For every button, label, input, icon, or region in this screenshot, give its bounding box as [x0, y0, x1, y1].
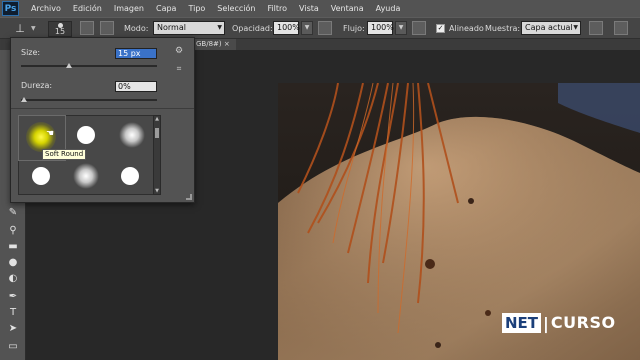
pressure-opacity-icon[interactable]	[318, 21, 332, 35]
flujo-dropdown[interactable]: ▼	[395, 21, 407, 35]
menu-ayuda[interactable]: Ayuda	[376, 4, 401, 13]
menu-bar: Ps Archivo Edición Imagen Capa Tipo Sele…	[0, 0, 640, 17]
dodge-tool-icon[interactable]: ◐	[5, 272, 21, 286]
modo-select-value: Normal	[157, 23, 186, 32]
watermark-net: NET	[502, 313, 542, 333]
menu-ventana[interactable]: Ventana	[331, 4, 364, 13]
chevron-down-icon: ▼	[573, 24, 578, 31]
scrollbar-thumb[interactable]	[155, 128, 159, 138]
brush-size-value: 15	[54, 27, 66, 36]
alineado-checkbox[interactable]: ✓	[436, 24, 445, 33]
dureza-label: Dureza:	[21, 81, 53, 90]
watermark-curso: CURSO	[550, 313, 616, 332]
airbrush-icon[interactable]	[412, 21, 426, 35]
chevron-down-icon: ▼	[217, 24, 222, 31]
menu-capa[interactable]: Capa	[156, 4, 176, 13]
menu-filtro[interactable]: Filtro	[267, 4, 287, 13]
menu-edicion[interactable]: Edición	[73, 4, 102, 13]
brush-preset-hard-round[interactable]	[77, 126, 95, 144]
brush-preset-picker-panel: Size: 15 px ⚙ ⌗ Dureza: 0% ▲ ▼ ☚ Soft Ro…	[10, 37, 195, 203]
muestra-label: Muestra:	[485, 24, 521, 33]
resize-handle-icon[interactable]	[186, 194, 192, 200]
watermark-divider: |	[543, 313, 549, 333]
options-bar: ⊥ ▼ 15 Modo: Normal ▼ Opacidad: 100% ▼ F…	[0, 17, 640, 39]
brush-tooltip: Soft Round	[42, 149, 87, 160]
ignore-adjustment-layers-icon[interactable]	[589, 21, 603, 35]
modo-select[interactable]: Normal ▼	[153, 21, 225, 35]
path-selection-tool-icon[interactable]: ➤	[5, 322, 21, 336]
size-slider[interactable]	[21, 63, 157, 68]
brush-panel-icon[interactable]	[80, 21, 94, 35]
opacidad-label: Opacidad:	[232, 24, 273, 33]
size-input[interactable]: 15 px	[115, 48, 157, 59]
brush-preset-picker[interactable]: 15	[48, 21, 72, 37]
divider	[11, 108, 194, 109]
flujo-label: Flujo:	[343, 24, 365, 33]
brush-preset-soft-round-2[interactable]	[73, 163, 99, 189]
menu-seleccion[interactable]: Selección	[217, 4, 255, 13]
brush-preset-hard-round-2[interactable]	[32, 167, 50, 185]
tool-preset-caret-icon[interactable]: ▼	[31, 25, 36, 32]
clone-stamp-tool-icon[interactable]: ⚲	[5, 224, 21, 238]
scroll-up-icon[interactable]: ▲	[154, 116, 160, 122]
dureza-slider-thumb[interactable]	[21, 97, 27, 102]
muestra-select-value: Capa actual	[525, 23, 573, 32]
size-label: Size:	[21, 48, 41, 57]
blur-tool-icon[interactable]: ●	[5, 256, 21, 270]
shape-tool-icon[interactable]: ▭	[5, 340, 21, 354]
brush-options-icon[interactable]: ⌗	[174, 64, 184, 74]
alineado-label: Alineado	[449, 24, 484, 33]
menu-vista[interactable]: Vista	[299, 4, 319, 13]
menu-tipo[interactable]: Tipo	[188, 4, 205, 13]
pressure-size-icon[interactable]	[614, 21, 628, 35]
size-slider-thumb[interactable]	[65, 63, 72, 68]
brush-tool-icon[interactable]: ✎	[5, 206, 21, 220]
muestra-select[interactable]: Capa actual ▼	[521, 21, 581, 35]
gear-icon[interactable]: ⚙	[174, 46, 184, 56]
menu-imagen[interactable]: Imagen	[114, 4, 144, 13]
menu-archivo[interactable]: Archivo	[31, 4, 61, 13]
mouse-cursor-icon: ☚	[46, 129, 55, 139]
clone-source-icon[interactable]	[100, 21, 114, 35]
opacidad-dropdown[interactable]: ▼	[301, 21, 313, 35]
document-tab[interactable]: GB/8#) ×	[190, 39, 236, 50]
scroll-down-icon[interactable]: ▼	[154, 188, 160, 194]
dureza-input[interactable]: 0%	[115, 81, 157, 92]
brush-preset-hard-round-3[interactable]	[121, 167, 139, 185]
flujo-input[interactable]: 100%	[367, 21, 394, 35]
presets-scrollbar[interactable]: ▲ ▼	[153, 115, 161, 195]
clone-stamp-tool-icon[interactable]: ⊥	[12, 21, 28, 36]
modo-label: Modo:	[124, 24, 149, 33]
type-tool-icon[interactable]: T	[5, 306, 21, 320]
photoshop-logo: Ps	[2, 1, 19, 16]
gradient-tool-icon[interactable]: ▬	[5, 240, 21, 254]
opacidad-input[interactable]: 100%	[273, 21, 300, 35]
dureza-slider[interactable]	[21, 97, 157, 102]
netcurso-watermark: NET | CURSO	[502, 313, 616, 333]
pen-tool-icon[interactable]: ✒	[5, 290, 21, 304]
photoshop-window: Ps Archivo Edición Imagen Capa Tipo Sele…	[0, 0, 640, 360]
brush-preset-soft-round[interactable]	[119, 122, 145, 148]
